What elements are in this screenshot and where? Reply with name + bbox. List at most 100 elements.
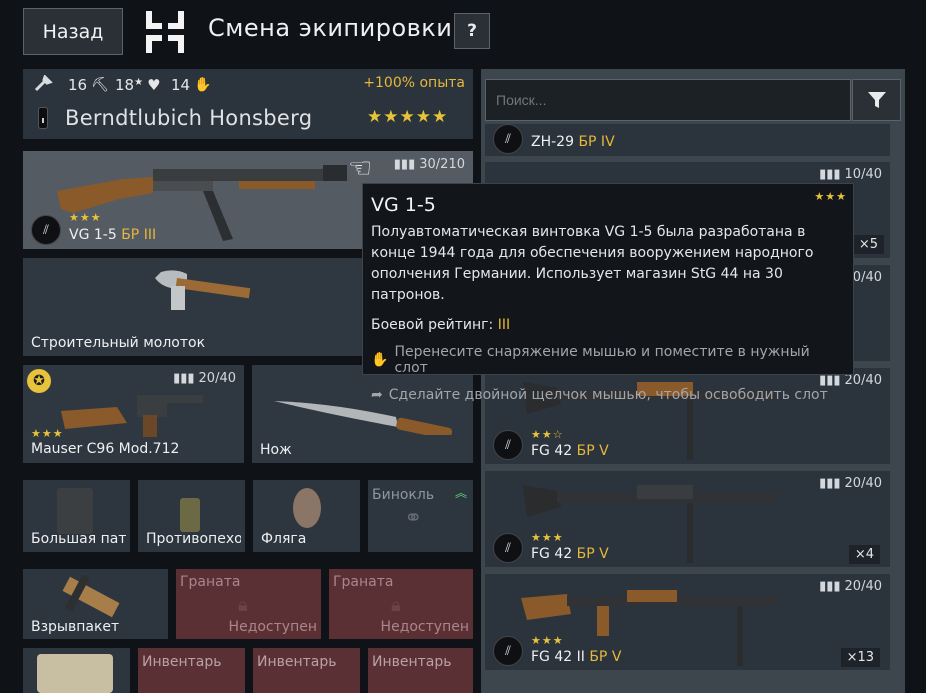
slot-pouch[interactable]: Большая пат	[23, 480, 130, 552]
pouch-image	[57, 488, 93, 534]
stat-build: 16 ⛏	[68, 76, 109, 94]
ammo-icon: ▮▮▮	[393, 157, 416, 172]
weapon-stars: ★★★	[69, 211, 102, 224]
list-item[interactable]: ▮▮▮ 20/40 ⫽ ★★★ FG 42 II БР V ×13	[485, 574, 890, 670]
mauser-c96-image	[61, 395, 203, 437]
weapon-class-icon: ⫽	[493, 636, 523, 666]
iron-cross-icon	[146, 11, 184, 53]
search-input[interactable]	[485, 79, 851, 121]
slot-inventory-2[interactable]: Инвентарь	[253, 648, 360, 693]
stat-health: 14 ✋	[171, 76, 212, 94]
slot-inventory-1[interactable]: Инвентарь	[138, 648, 245, 693]
soldier-card[interactable]: 16 ⛏ 18 ★ ♥ 14 ✋ +100% опыта Berndtlubic…	[23, 69, 473, 139]
page-title: Смена экипировки	[208, 14, 453, 42]
list-item-stars: ★★☆	[531, 428, 564, 441]
inventory-1-name: Инвентарь	[142, 654, 222, 670]
flask-image	[293, 488, 321, 528]
ammo-value: 30/210	[419, 157, 465, 172]
list-item-name-row: FG 42 II БР V	[531, 649, 621, 665]
weapon-class-icon: ⫽	[493, 430, 523, 460]
slot-antitank[interactable]: Противопехо	[138, 480, 245, 552]
ammo-counter: ▮▮▮ 30/210	[394, 157, 465, 172]
weapon-name: VG 1-5	[69, 227, 117, 243]
slot-flask[interactable]: Фляга	[253, 480, 360, 552]
weapon-br: БР III	[121, 227, 157, 243]
list-item[interactable]: ⫽ ZH-29 БР IV	[485, 124, 890, 156]
tooltip-hint-drag: ✋ Перенесите снаряжение мышью и поместит…	[371, 344, 845, 376]
list-item-ammo: ▮▮▮ 20/40	[819, 476, 882, 491]
weapon-name-row: VG 1-5 БР III	[69, 227, 156, 243]
list-item-stars: ★★★	[531, 531, 564, 544]
weapon-class-icon: ⫽	[31, 215, 61, 245]
grenade-small-icon: ✋	[194, 77, 212, 93]
melee-name: Нож	[260, 442, 292, 458]
list-item-ammo-value: 20/40	[844, 476, 882, 491]
stat-build-value: 16	[68, 76, 88, 94]
slot-grenade-1[interactable]: Граната 🔒︎ Недоступен	[176, 569, 321, 639]
lock-icon: 🔒︎	[391, 595, 401, 616]
list-item[interactable]: ▮▮▮ 20/40 ⫽ ★★★ FG 42 БР V ×4	[485, 471, 890, 567]
help-button[interactable]: ?	[454, 13, 490, 49]
soldier-name: Berndtlubich Honsberg	[65, 106, 313, 130]
filter-button[interactable]	[852, 79, 901, 121]
slot-grenade-2[interactable]: Граната 🔒︎ Недоступен	[329, 569, 473, 639]
list-item-br: БР V	[576, 546, 609, 562]
list-item[interactable]: ▮▮▮ 20/40 ⫽ ★★☆ FG 42 БР V	[485, 368, 890, 464]
back-button[interactable]: Назад	[23, 8, 123, 55]
slot-sidearm[interactable]: ✪ ▮▮▮ 20/40 ★★★ Mauser C96 Mod.712	[23, 365, 244, 463]
slot-inventory-3[interactable]: Инвентарь	[368, 648, 473, 693]
build-icon: ⛏	[91, 77, 109, 93]
hand-icon: ✋	[371, 352, 389, 368]
antitank-name: Противопехо	[146, 531, 241, 547]
inventory-2-name: Инвентарь	[257, 654, 337, 670]
exp-bonus: +100% опыта	[363, 75, 465, 91]
list-item-br: БР IV	[578, 134, 615, 150]
ammo-icon: ▮▮▮	[819, 579, 841, 594]
list-item-br: БР V	[589, 649, 622, 665]
slot-melee[interactable]: Нож	[252, 365, 473, 463]
inventory-3-name: Инвентарь	[372, 654, 452, 670]
list-item-br: БР V	[576, 443, 609, 459]
slot-explosive[interactable]: Взрывпакет	[23, 569, 168, 639]
list-item-ammo-value: 20/40	[844, 579, 882, 594]
sidearm-name: Mauser C96 Mod.712	[31, 441, 180, 457]
slot-backpack[interactable]	[23, 648, 130, 693]
grenade-2-status: Недоступен	[380, 619, 469, 635]
explosive-pack-image	[62, 575, 120, 618]
lock-icon: 🔒︎	[238, 595, 248, 616]
wrench-icon	[34, 75, 53, 92]
explosive-name: Взрывпакет	[31, 619, 120, 635]
list-item-count: ×5	[852, 235, 884, 254]
tooltip-hint-drag-text: Перенесите снаряжение мышью и поместите …	[394, 344, 810, 376]
tooltip-hint-dblclick-text: Сделайте двойной щелчок мышью, чтобы осв…	[388, 387, 828, 403]
sidearm-ammo-value: 20/40	[198, 371, 236, 386]
weapon-tooltip: VG 1-5 ★★★ Полуавтоматическая винтовка V…	[362, 183, 854, 403]
flask-name: Фляга	[261, 531, 307, 547]
tooltip-title: VG 1-5	[371, 194, 436, 216]
list-item-ammo-value: 10/40	[844, 167, 882, 182]
sidearm-ammo: ▮▮▮ 20/40	[173, 371, 236, 386]
stat-level-value: 18	[115, 76, 135, 94]
list-item-name: FG 42 II	[531, 649, 585, 665]
weapon-class-icon: ⫽	[493, 124, 523, 154]
tooltip-description: Полуавтоматическая винтовка VG 1-5 была …	[371, 224, 814, 303]
list-item-name: FG 42	[531, 443, 573, 459]
binoculars-icon: ⚭	[404, 506, 423, 531]
hand-cursor-icon: ☜	[348, 153, 373, 184]
list-item-ammo: ▮▮▮ 10/40	[819, 167, 882, 182]
list-item-stars: ★★★	[531, 634, 564, 647]
tooltip-br-row: Боевой рейтинг: III	[371, 317, 845, 333]
slot-binoculars[interactable]: Бинокль ︽ ⚭	[368, 480, 473, 552]
list-item-name-row: FG 42 БР V	[531, 546, 609, 562]
list-item-name: FG 42	[531, 546, 573, 562]
arrow-icon: ➦	[371, 387, 383, 403]
grenade-2-name: Граната	[333, 574, 394, 590]
backpack-image	[37, 654, 113, 693]
stat-level: 18 ★ ♥	[115, 76, 161, 94]
slot-tool[interactable]: Строительный молоток	[23, 258, 363, 356]
pouch-name: Большая пат	[31, 531, 126, 547]
list-item-name-row: ZH-29 БР IV	[531, 134, 615, 150]
binoculars-name: Бинокль	[372, 487, 435, 503]
tooltip-hint-dblclick: ➦ Сделайте двойной щелчок мышью, чтобы о…	[371, 387, 845, 403]
tooltip-br-value: III	[497, 317, 511, 333]
